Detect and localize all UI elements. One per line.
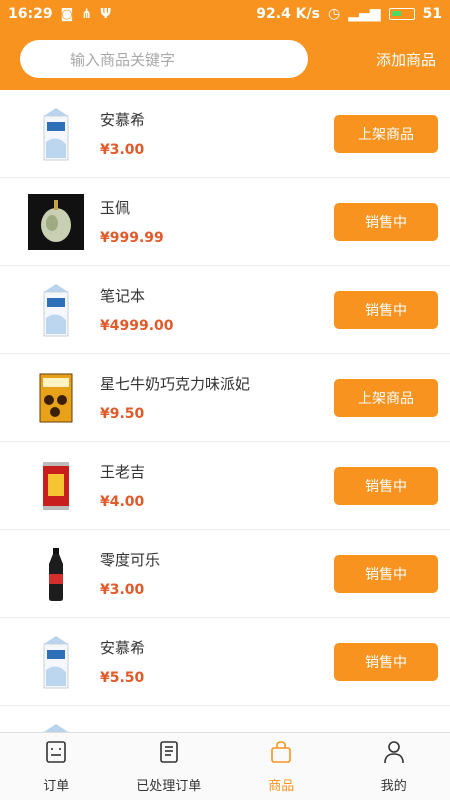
product-price: ¥3.00 <box>100 582 145 598</box>
milk-carton-icon <box>28 106 84 162</box>
status-bar: 16:29 ◙ ⋔ Ψ 92.4 K/s ◷ ▂▄▆ 51 <box>0 0 450 28</box>
product-info: 星七牛奶巧克力味派妃 ¥9.50 <box>100 373 334 422</box>
product-row[interactable]: 蒙牛早餐奶 <box>0 706 450 732</box>
tab-shopping-bag[interactable]: 商品 <box>225 733 338 800</box>
tab-label: 已处理订单 <box>136 779 202 794</box>
product-status-button[interactable]: 上架商品 <box>334 114 438 153</box>
product-status-button[interactable]: 销售中 <box>334 202 438 241</box>
product-row[interactable]: 玉佩 ¥999.99 销售中 <box>0 178 450 266</box>
battery-icon <box>388 8 415 20</box>
jade-pendant-icon <box>28 193 84 250</box>
product-price: ¥5.50 <box>100 670 145 686</box>
product-name: 零度可乐 <box>100 551 161 569</box>
product-price: ¥999.99 <box>100 230 164 246</box>
product-info: 笔记本 ¥4999.00 <box>100 285 334 334</box>
share-icon: ⋔ <box>81 6 93 22</box>
product-price: ¥4999.00 <box>100 318 174 334</box>
product-row[interactable]: 安慕希 ¥3.00 上架商品 <box>0 90 450 178</box>
product-status-button[interactable]: 销售中 <box>334 290 438 329</box>
top-header: 输入商品关键字 添加商品 <box>0 28 450 90</box>
product-price: ¥4.00 <box>100 494 145 510</box>
product-info: 零度可乐 ¥3.00 <box>100 549 334 598</box>
product-row[interactable]: 安慕希 ¥5.50 销售中 <box>0 618 450 706</box>
product-price: ¥3.00 <box>100 142 145 158</box>
choco-box-icon <box>28 370 84 426</box>
product-name: 笔记本 <box>100 287 146 305</box>
status-icons: ◙ ⋔ Ψ <box>61 7 112 22</box>
bottom-tab-bar: 订单 已处理订单 商品 我的 <box>0 732 450 800</box>
product-name: 王老吉 <box>100 463 146 481</box>
tab-user[interactable]: 我的 <box>338 733 450 800</box>
usb-icon: Ψ <box>100 6 112 22</box>
product-name: 星七牛奶巧克力味派妃 <box>100 375 251 393</box>
net-speed: 92.4 K/s <box>256 6 320 22</box>
search-input[interactable]: 输入商品关键字 <box>20 40 308 78</box>
status-right: 92.4 K/s ◷ ▂▄▆ 51 <box>256 6 442 22</box>
orders-icon <box>43 739 69 769</box>
cola-bottle-icon <box>28 546 84 602</box>
milk-carton-icon <box>28 634 84 690</box>
signal-icon: ▂▄▆ <box>348 6 381 22</box>
tab-orders[interactable]: 订单 <box>0 733 113 800</box>
camera-icon: ◙ <box>60 6 74 22</box>
product-price: ¥9.50 <box>100 406 145 422</box>
product-info: 安慕希 ¥5.50 <box>100 637 334 686</box>
product-list: 安慕希 ¥3.00 上架商品 玉佩 ¥999.99 销售中 笔记本 ¥4999.00 销售中 星七… <box>0 90 450 732</box>
alarm-icon: ◷ <box>327 6 341 22</box>
product-row[interactable]: 零度可乐 ¥3.00 销售中 <box>0 530 450 618</box>
tab-processed-orders[interactable]: 已处理订单 <box>113 733 226 800</box>
product-status-button[interactable]: 销售中 <box>334 466 438 505</box>
product-name: 玉佩 <box>100 199 131 217</box>
milk-carton-icon <box>28 282 84 338</box>
product-row[interactable]: 星七牛奶巧克力味派妃 ¥9.50 上架商品 <box>0 354 450 442</box>
status-time: 16:29 <box>8 6 53 22</box>
search-placeholder: 输入商品关键字 <box>70 50 176 69</box>
user-icon <box>381 739 407 769</box>
battery-level: 51 <box>422 6 442 22</box>
product-name: 安慕希 <box>100 111 146 129</box>
processed-orders-icon <box>156 739 182 769</box>
tab-label: 商品 <box>268 779 295 794</box>
add-product-button[interactable]: 添加商品 <box>376 49 436 70</box>
tab-label: 订单 <box>43 779 70 794</box>
tab-label: 我的 <box>380 779 407 794</box>
product-name: 安慕希 <box>100 639 146 657</box>
product-status-button[interactable]: 销售中 <box>334 642 438 681</box>
shopping-bag-icon <box>268 739 294 769</box>
milk-carton-icon <box>28 722 84 732</box>
product-status-button[interactable]: 销售中 <box>334 554 438 593</box>
product-row[interactable]: 笔记本 ¥4999.00 销售中 <box>0 266 450 354</box>
product-info: 王老吉 ¥4.00 <box>100 461 334 510</box>
product-info: 安慕希 ¥3.00 <box>100 109 334 158</box>
product-info: 玉佩 ¥999.99 <box>100 197 334 246</box>
product-row[interactable]: 王老吉 ¥4.00 销售中 <box>0 442 450 530</box>
red-can-icon <box>28 458 84 514</box>
product-status-button[interactable]: 上架商品 <box>334 378 438 417</box>
